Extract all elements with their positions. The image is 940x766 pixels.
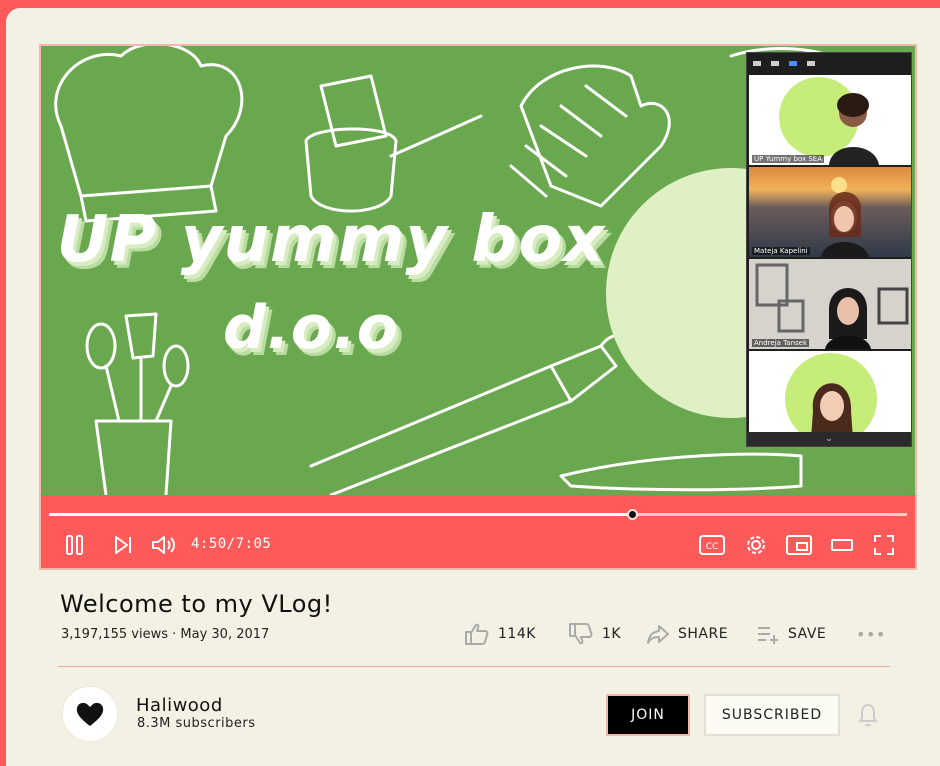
participant-tile: Andreja Tansek (749, 259, 911, 349)
video-title: Welcome to my VLog! (60, 590, 333, 618)
playlist-add-icon (758, 627, 778, 644)
notification-bell-button[interactable] (856, 702, 880, 728)
subscribed-button[interactable]: SUBSCRIBED (704, 694, 840, 736)
more-icon: ••• (856, 624, 886, 644)
cc-icon: CC (699, 535, 725, 555)
save-button[interactable]: SAVE (756, 622, 826, 646)
participant-name: Mateja Kapelini (752, 247, 810, 255)
thumbs-down-icon (569, 623, 593, 645)
overlay-title-line2: d.o.o (223, 293, 399, 363)
participant-avatar (755, 263, 909, 349)
share-label: SHARE (678, 626, 729, 642)
channel-avatar[interactable] (61, 685, 119, 743)
participant-tile: UP Yummy box SEA (749, 75, 911, 165)
settings-icon (747, 536, 765, 554)
minimize-icon (753, 60, 761, 66)
dislike-button[interactable]: 1K (568, 622, 621, 646)
captions-button[interactable]: CC (697, 522, 727, 568)
pause-button[interactable] (59, 522, 91, 568)
participant-avatar (821, 177, 869, 257)
progress-scrubber[interactable] (627, 509, 639, 520)
page-container: UP yummy box d.o.o UP Yummy box SEA Mate… (6, 8, 940, 766)
video-player[interactable]: UP yummy box d.o.o UP Yummy box SEA Mate… (39, 44, 917, 570)
theater-button[interactable] (827, 522, 857, 568)
volume-button[interactable] (147, 522, 181, 568)
time-display: 4:50/7:05 (191, 536, 272, 552)
progress-played (49, 513, 633, 516)
next-button[interactable] (107, 522, 139, 568)
join-button[interactable]: JOIN (606, 694, 690, 736)
pause-icon (66, 535, 83, 555)
participant-name: Andreja Tansek (752, 339, 810, 347)
divider (58, 666, 890, 667)
gallery-view-icon (807, 60, 815, 66)
subscriber-count: 8.3M subscribers (137, 716, 256, 731)
next-icon (115, 536, 131, 554)
participant-avatar (785, 353, 877, 441)
more-actions-button[interactable]: ••• (856, 622, 886, 646)
theater-icon (831, 539, 853, 551)
thumbs-up-icon (465, 623, 489, 645)
overlay-title-line1: UP yummy box (56, 203, 606, 277)
speaker-view-icon (771, 60, 779, 66)
like-count: 114K (498, 626, 536, 642)
video-meta: 3,197,155 views · May 30, 2017 (61, 627, 270, 642)
share-button[interactable]: SHARE (646, 622, 728, 646)
cc-label: CC (706, 542, 719, 552)
like-button[interactable]: 114K (464, 622, 536, 646)
share-icon (647, 625, 669, 644)
volume-icon (152, 536, 175, 554)
chevron-down-icon[interactable]: ⌄ (747, 432, 911, 446)
fullscreen-icon (874, 535, 894, 555)
meeting-toolbar (747, 53, 911, 73)
video-frame[interactable]: UP yummy box d.o.o UP Yummy box SEA Mate… (41, 46, 915, 495)
miniplayer-icon (786, 535, 812, 555)
channel-name[interactable]: Haliwood (136, 695, 223, 716)
dislike-count: 1K (602, 626, 622, 642)
strip-view-icon (789, 60, 797, 66)
miniplayer-button[interactable] (783, 522, 815, 568)
player-controls: 4:50/7:05 CC (41, 522, 915, 568)
bell-icon (859, 704, 877, 727)
participant-tile: Mateja Kapelini (749, 167, 911, 257)
video-overlay-title: UP yummy box d.o.o (51, 196, 611, 372)
settings-button[interactable] (741, 522, 771, 568)
participant-name: UP Yummy box SEA (752, 155, 825, 163)
meeting-panel: UP Yummy box SEA Mateja Kapelini Andreja… (746, 52, 912, 447)
participant-tile (749, 351, 911, 441)
save-label: SAVE (788, 626, 827, 642)
progress-bar[interactable] (49, 509, 907, 520)
participant-avatar (779, 77, 879, 165)
fullscreen-button[interactable] (869, 522, 899, 568)
heart-icon (76, 702, 104, 726)
